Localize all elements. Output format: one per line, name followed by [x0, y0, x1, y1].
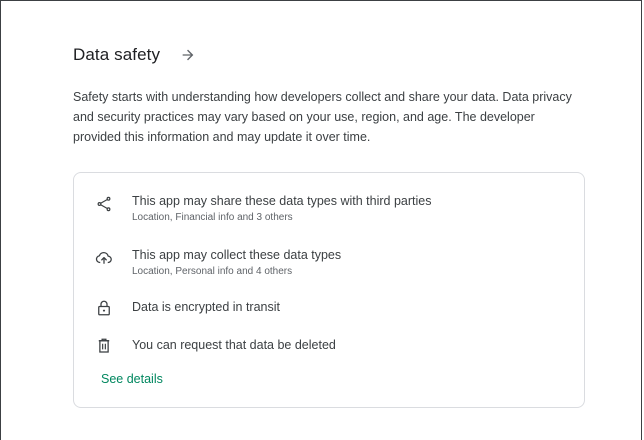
list-item-text: You can request that data be deleted — [132, 337, 336, 353]
lock-icon — [94, 298, 114, 318]
section-description: Safety starts with understanding how dev… — [73, 90, 572, 144]
arrow-right-icon[interactable] — [178, 45, 198, 65]
cloud-upload-icon — [94, 248, 114, 268]
item-title: You can request that data be deleted — [132, 338, 336, 352]
data-safety-panel: Data safety Safety starts with understan… — [0, 0, 642, 440]
section-title: Data safety — [73, 45, 161, 64]
item-title: This app may share these data types with… — [132, 194, 432, 208]
item-title: Data is encrypted in transit — [132, 300, 280, 314]
item-subtitle: Location, Personal info and 4 others — [132, 266, 293, 277]
item-title: This app may collect these data types — [132, 248, 342, 262]
item-subtitle: Location, Financial info and 3 others — [132, 212, 293, 223]
list-item-text: This app may collect these data types Lo… — [132, 247, 341, 279]
list-item-text: This app may share these data types with… — [132, 193, 431, 225]
see-details-link[interactable]: See details — [101, 372, 163, 386]
list-item-text: Data is encrypted in transit — [132, 299, 280, 315]
data-safety-card: This app may share these data types with… — [73, 172, 585, 408]
data-safety-header-link[interactable]: Data safety — [73, 45, 198, 65]
share-icon — [94, 194, 114, 214]
trash-icon — [94, 336, 114, 356]
